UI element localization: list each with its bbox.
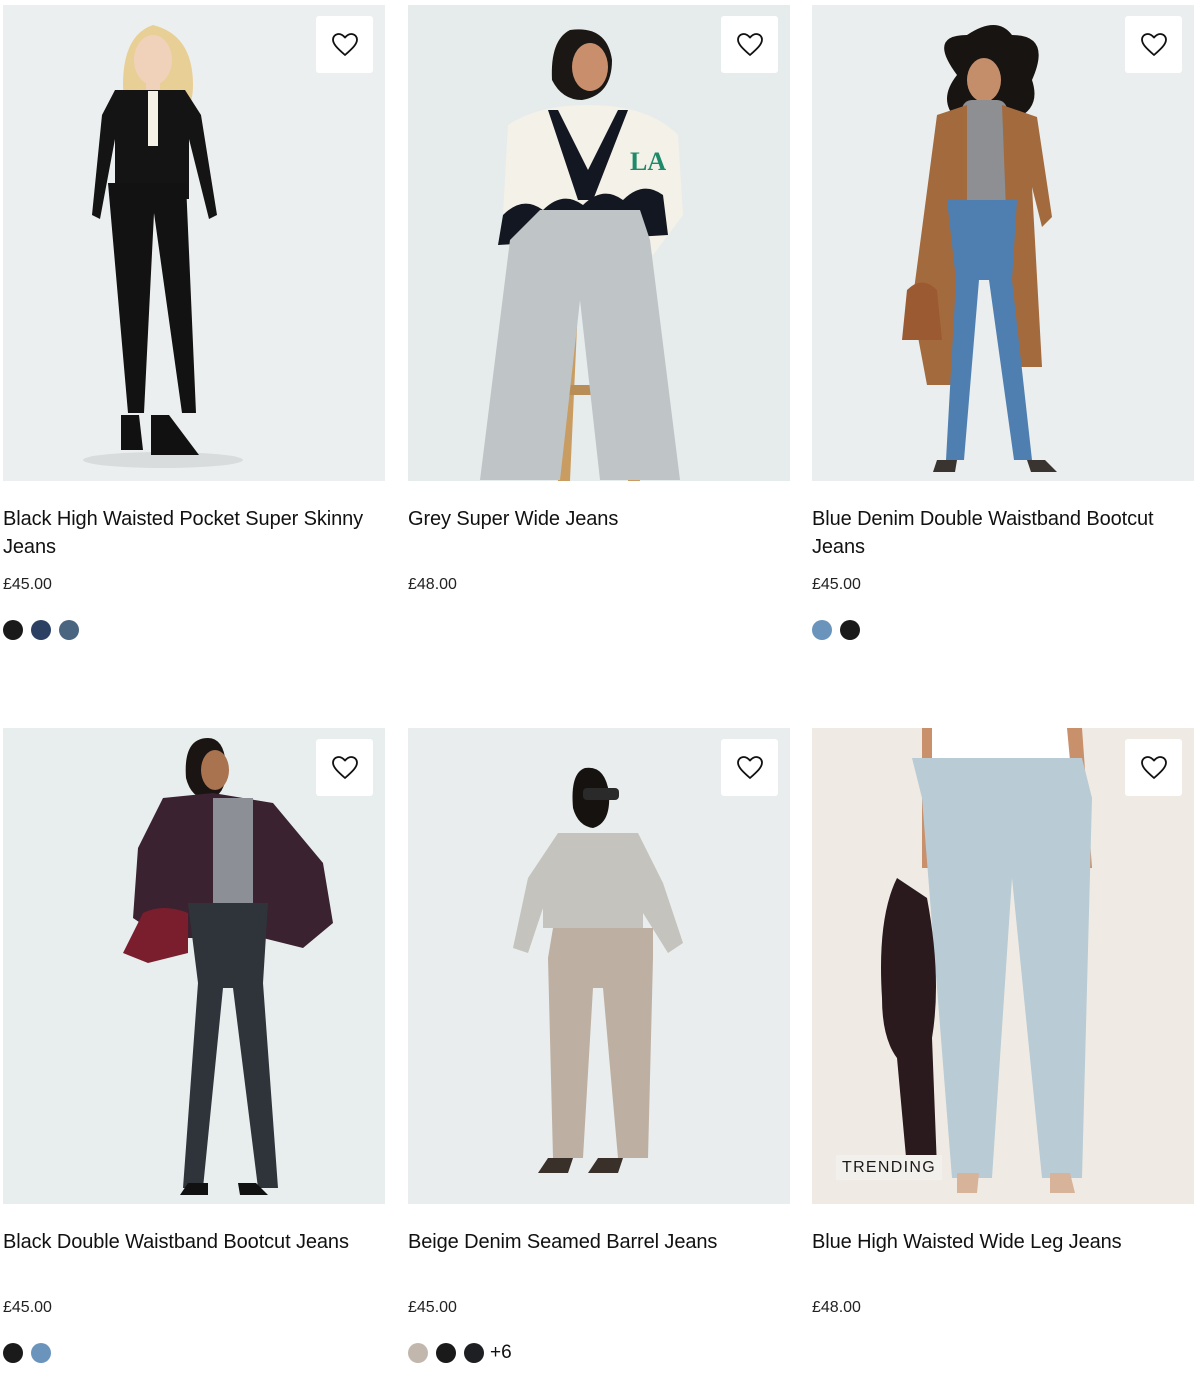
product-title[interactable]: Blue High Waisted Wide Leg Jeans bbox=[812, 1228, 1194, 1284]
trending-badge: TRENDING bbox=[836, 1155, 942, 1180]
colour-swatches bbox=[812, 1342, 1194, 1364]
colour-swatches: +6 bbox=[408, 1342, 790, 1364]
heart-outline-icon bbox=[736, 32, 763, 56]
svg-text:LA: LA bbox=[630, 147, 666, 176]
colour-swatch[interactable] bbox=[840, 620, 860, 640]
wishlist-button[interactable] bbox=[316, 16, 373, 73]
product-price: £45.00 bbox=[3, 1299, 52, 1316]
product-image[interactable]: LA bbox=[408, 5, 790, 481]
wishlist-button[interactable] bbox=[721, 739, 778, 796]
colour-swatches bbox=[812, 619, 1194, 641]
more-colours-link[interactable]: +6 bbox=[490, 1342, 512, 1364]
heart-outline-icon bbox=[1140, 32, 1167, 56]
wishlist-button[interactable] bbox=[721, 16, 778, 73]
wishlist-button[interactable] bbox=[1125, 16, 1182, 73]
heart-outline-icon bbox=[331, 755, 358, 779]
product-image[interactable] bbox=[3, 728, 385, 1204]
product-title[interactable]: Black High Waisted Pocket Super Skinny J… bbox=[3, 505, 385, 561]
colour-swatches bbox=[408, 619, 790, 641]
product-price: £45.00 bbox=[812, 576, 861, 593]
heart-outline-icon bbox=[331, 32, 358, 56]
product-price: £48.00 bbox=[408, 576, 457, 593]
product-price: £45.00 bbox=[3, 576, 52, 593]
heart-outline-icon bbox=[736, 755, 763, 779]
product-title[interactable]: Black Double Waistband Bootcut Jeans bbox=[3, 1228, 385, 1284]
product-card[interactable]: LA Grey Super Wide Jeans £48.00 bbox=[408, 5, 790, 641]
wishlist-button[interactable] bbox=[1125, 739, 1182, 796]
product-price: £48.00 bbox=[812, 1299, 861, 1316]
product-image[interactable] bbox=[812, 5, 1194, 481]
product-card[interactable]: TRENDING Blue High Waisted Wide Leg Jean… bbox=[812, 728, 1194, 1364]
product-title[interactable]: Beige Denim Seamed Barrel Jeans bbox=[408, 1228, 790, 1284]
colour-swatches bbox=[3, 1342, 385, 1364]
product-title[interactable]: Blue Denim Double Waistband Bootcut Jean… bbox=[812, 505, 1194, 561]
colour-swatch[interactable] bbox=[31, 1343, 51, 1363]
product-card[interactable]: Black High Waisted Pocket Super Skinny J… bbox=[3, 5, 385, 641]
colour-swatch[interactable] bbox=[59, 620, 79, 640]
colour-swatch[interactable] bbox=[464, 1343, 484, 1363]
colour-swatch[interactable] bbox=[436, 1343, 456, 1363]
colour-swatch[interactable] bbox=[31, 620, 51, 640]
heart-outline-icon bbox=[1140, 755, 1167, 779]
colour-swatch[interactable] bbox=[408, 1343, 428, 1363]
product-card[interactable]: Black Double Waistband Bootcut Jeans £45… bbox=[3, 728, 385, 1364]
product-image[interactable] bbox=[408, 728, 790, 1204]
product-image[interactable]: TRENDING bbox=[812, 728, 1194, 1204]
wishlist-button[interactable] bbox=[316, 739, 373, 796]
colour-swatch[interactable] bbox=[3, 1343, 23, 1363]
product-card[interactable]: Beige Denim Seamed Barrel Jeans £45.00 +… bbox=[408, 728, 790, 1364]
product-image[interactable] bbox=[3, 5, 385, 481]
colour-swatch[interactable] bbox=[3, 620, 23, 640]
product-card[interactable]: Blue Denim Double Waistband Bootcut Jean… bbox=[812, 5, 1194, 641]
colour-swatch[interactable] bbox=[812, 620, 832, 640]
product-title[interactable]: Grey Super Wide Jeans bbox=[408, 505, 790, 561]
colour-swatches bbox=[3, 619, 385, 641]
product-price: £45.00 bbox=[408, 1299, 457, 1316]
